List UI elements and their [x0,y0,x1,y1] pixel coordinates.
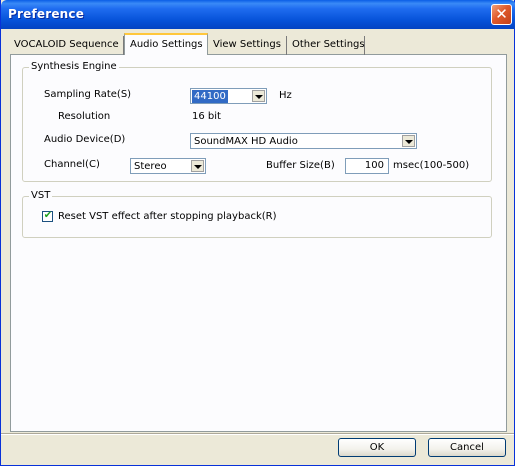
channel-select[interactable]: Stereo [130,158,206,174]
synthesis-engine-label: Synthesis Engine [29,61,119,72]
tab-label: VOCALOID Sequence [14,39,119,50]
ok-button[interactable]: OK [338,438,416,457]
vst-group: VST ✔ Reset VST effect after stopping pl… [22,190,492,238]
vst-label: VST [29,190,53,201]
sampling-rate-unit: Hz [279,90,292,101]
tab-view-settings[interactable]: View Settings [208,36,287,55]
buffer-size-label: Buffer Size(B) [266,160,335,171]
channel-value: Stereo [134,161,167,172]
chevron-down-icon[interactable] [191,160,204,172]
resolution-label: Resolution [58,111,111,122]
tab-other-settings[interactable]: Other Settings [287,36,365,55]
tab-label: View Settings [213,39,281,50]
tab-label: Audio Settings [130,39,203,50]
title-bar[interactable]: Preference ✕ [1,0,515,29]
sampling-rate-value: 44100 [192,90,228,103]
channel-label: Channel(C) [44,159,100,170]
cancel-button[interactable]: Cancel [428,438,506,457]
reset-vst-label[interactable]: Reset VST effect after stopping playback… [58,211,277,222]
reset-vst-checkbox[interactable]: ✔ [42,210,53,222]
chevron-down-icon[interactable] [402,135,415,147]
close-button[interactable]: ✕ [491,4,512,25]
buffer-size-unit: msec(100-500) [393,160,470,171]
sampling-rate-select[interactable]: 44100 [190,88,267,104]
chevron-down-icon[interactable] [252,90,265,102]
audio-device-label: Audio Device(D) [44,134,126,145]
audio-device-select[interactable]: SoundMAX HD Audio [190,133,417,149]
audio-device-value: SoundMAX HD Audio [194,136,298,147]
window-title: Preference [8,7,85,21]
preference-window: Preference ✕ Synthesis Engine Sampling R… [0,0,515,466]
audio-settings-panel: Synthesis Engine Sampling Rate(S) 44100 … [10,54,507,432]
synthesis-engine-group: Synthesis Engine Sampling Rate(S) 44100 … [22,61,492,182]
footer-divider [1,433,514,435]
buffer-size-input[interactable]: 100 [345,158,389,174]
tab-label: Other Settings [292,39,365,50]
sampling-rate-label: Sampling Rate(S) [44,89,132,100]
checkmark-icon: ✔ [43,210,53,221]
tab-audio-settings[interactable]: Audio Settings [124,33,208,55]
resolution-value: 16 bit [192,111,221,122]
close-icon: ✕ [495,5,508,23]
tab-vocaloid-sequence[interactable]: VOCALOID Sequence [9,36,124,55]
